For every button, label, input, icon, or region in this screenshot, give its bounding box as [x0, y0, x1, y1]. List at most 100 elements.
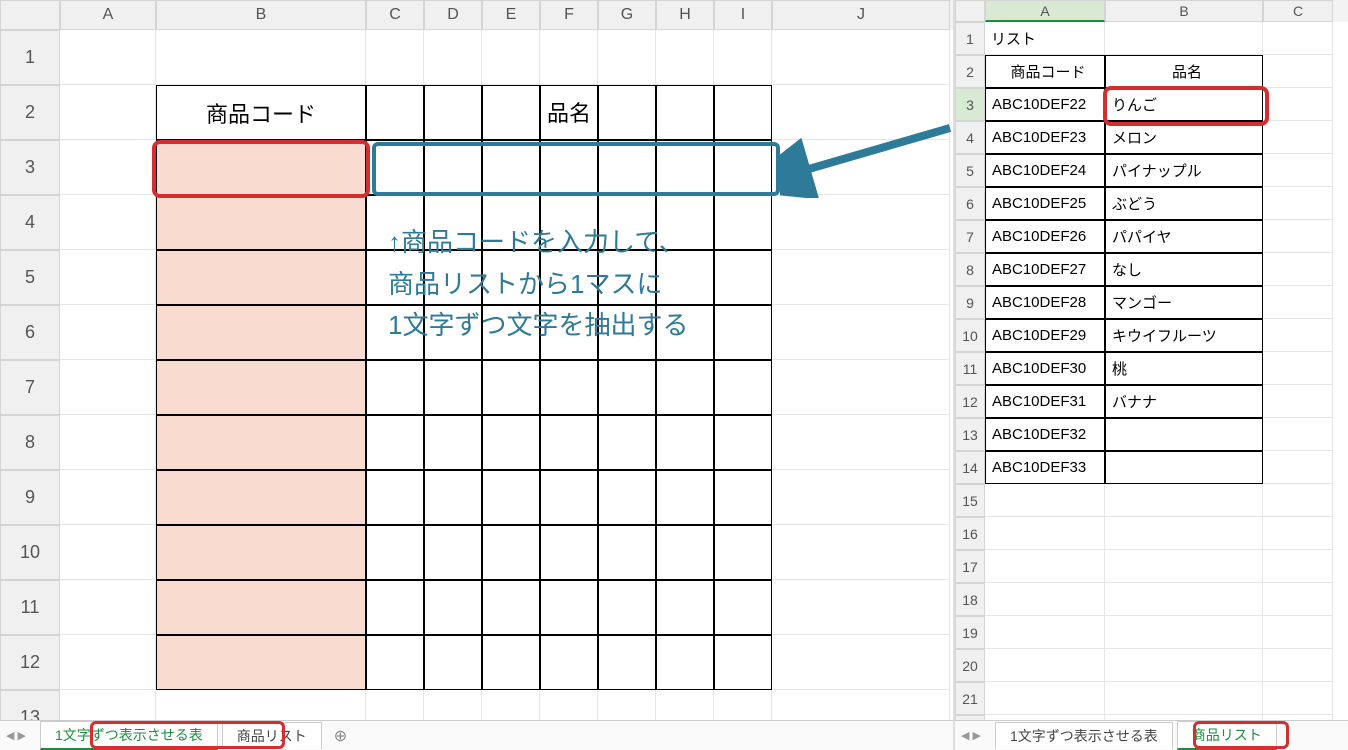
row-head-4[interactable]: 4 [0, 195, 60, 250]
cell-B4[interactable] [156, 195, 366, 250]
rcell-C4[interactable] [1263, 121, 1333, 154]
cell-A7[interactable] [60, 360, 156, 415]
cell-E12[interactable] [482, 635, 540, 690]
row-head-right-9[interactable]: 9 [955, 286, 985, 319]
cell-C1[interactable] [366, 30, 424, 85]
row-head-right-5[interactable]: 5 [955, 154, 985, 187]
rcell-C2[interactable] [1263, 55, 1333, 88]
col-head-C[interactable]: C [366, 0, 424, 30]
cell-G6[interactable] [598, 305, 656, 360]
cell-B7[interactable] [156, 360, 366, 415]
cell-H9[interactable] [656, 470, 714, 525]
cell-A12[interactable] [60, 635, 156, 690]
cell-D8[interactable] [424, 415, 482, 470]
row-head-right-4[interactable]: 4 [955, 121, 985, 154]
cell-F12[interactable] [540, 635, 598, 690]
cell-E6[interactable] [482, 305, 540, 360]
cell-I7[interactable] [714, 360, 772, 415]
rcell-C21[interactable] [1263, 682, 1333, 715]
rcell-B2[interactable]: 品名 [1105, 55, 1263, 88]
cell-B9[interactable] [156, 470, 366, 525]
row-head-right-10[interactable]: 10 [955, 319, 985, 352]
cell-D1[interactable] [424, 30, 482, 85]
rcell-C14[interactable] [1263, 451, 1333, 484]
cell-J1[interactable] [772, 30, 950, 85]
rcell-A6[interactable]: ABC10DEF25 [985, 187, 1105, 220]
cell-J11[interactable] [772, 580, 950, 635]
col-head-F[interactable]: F [540, 0, 598, 30]
cell-A3[interactable] [60, 140, 156, 195]
col-head-right-B[interactable]: B [1105, 0, 1263, 22]
rcell-C18[interactable] [1263, 583, 1333, 616]
cell-D5[interactable] [424, 250, 482, 305]
cell-C4[interactable] [366, 195, 424, 250]
col-head-I[interactable]: I [714, 0, 772, 30]
row-head-5[interactable]: 5 [0, 250, 60, 305]
row-head-right-16[interactable]: 16 [955, 517, 985, 550]
rcell-B21[interactable] [1105, 682, 1263, 715]
row-head-1[interactable]: 1 [0, 30, 60, 85]
rcell-C7[interactable] [1263, 220, 1333, 253]
cell-A6[interactable] [60, 305, 156, 360]
rcell-C17[interactable] [1263, 550, 1333, 583]
select-all-triangle[interactable] [0, 0, 60, 30]
rcell-B6[interactable]: ぶどう [1105, 187, 1263, 220]
cell-G7[interactable] [598, 360, 656, 415]
row-head-11[interactable]: 11 [0, 580, 60, 635]
tab-nav-arrows[interactable]: ◀ ▶ [6, 729, 26, 742]
rcell-A5[interactable]: ABC10DEF24 [985, 154, 1105, 187]
tab-display-table[interactable]: 1文字ずつ表示させる表 [40, 721, 218, 750]
tab-product-list-right[interactable]: 商品リスト [1177, 721, 1277, 750]
rcell-A8[interactable]: ABC10DEF27 [985, 253, 1105, 286]
cell-G8[interactable] [598, 415, 656, 470]
cell-I10[interactable] [714, 525, 772, 580]
cell-C8[interactable] [366, 415, 424, 470]
cell-D10[interactable] [424, 525, 482, 580]
cell-H13[interactable] [656, 690, 714, 720]
cell-I9[interactable] [714, 470, 772, 525]
cell-C3[interactable] [366, 140, 424, 195]
cell-C6[interactable] [366, 305, 424, 360]
cell-J13[interactable] [772, 690, 950, 720]
rcell-C1[interactable] [1263, 22, 1333, 55]
cell-G11[interactable] [598, 580, 656, 635]
row-head-right-3[interactable]: 3 [955, 88, 985, 121]
cell-H10[interactable] [656, 525, 714, 580]
cell-E8[interactable] [482, 415, 540, 470]
cell-A8[interactable] [60, 415, 156, 470]
rcell-A2[interactable]: 商品コード [985, 55, 1105, 88]
cell-C5[interactable] [366, 250, 424, 305]
row-head-right-14[interactable]: 14 [955, 451, 985, 484]
rcell-A17[interactable] [985, 550, 1105, 583]
rcell-B14[interactable] [1105, 451, 1263, 484]
cell-B12[interactable] [156, 635, 366, 690]
cell-J10[interactable] [772, 525, 950, 580]
cell-C13[interactable] [366, 690, 424, 720]
tab-product-list[interactable]: 商品リスト [222, 722, 322, 749]
cell-H4[interactable] [656, 195, 714, 250]
cell-J2[interactable] [772, 85, 950, 140]
cell-I11[interactable] [714, 580, 772, 635]
cell-B11[interactable] [156, 580, 366, 635]
cell-B6[interactable] [156, 305, 366, 360]
tab-nav-arrows-right[interactable]: ◀ ▶ [961, 729, 981, 742]
cell-H8[interactable] [656, 415, 714, 470]
cell-G10[interactable] [598, 525, 656, 580]
row-head-right-17[interactable]: 17 [955, 550, 985, 583]
cell-F11[interactable] [540, 580, 598, 635]
rcell-C6[interactable] [1263, 187, 1333, 220]
cell-E4[interactable] [482, 195, 540, 250]
row-head-right-8[interactable]: 8 [955, 253, 985, 286]
cell-I4[interactable] [714, 195, 772, 250]
rcell-C11[interactable] [1263, 352, 1333, 385]
cell-E13[interactable] [482, 690, 540, 720]
rcell-B11[interactable]: 桃 [1105, 352, 1263, 385]
new-sheet-button[interactable]: ⊕ [326, 726, 355, 746]
rcell-A13[interactable]: ABC10DEF32 [985, 418, 1105, 451]
rcell-B4[interactable]: メロン [1105, 121, 1263, 154]
rcell-A20[interactable] [985, 649, 1105, 682]
row-head-right-11[interactable]: 11 [955, 352, 985, 385]
cell-J7[interactable] [772, 360, 950, 415]
col-head-right-C[interactable]: C [1263, 0, 1333, 22]
cell-F4[interactable] [540, 195, 598, 250]
